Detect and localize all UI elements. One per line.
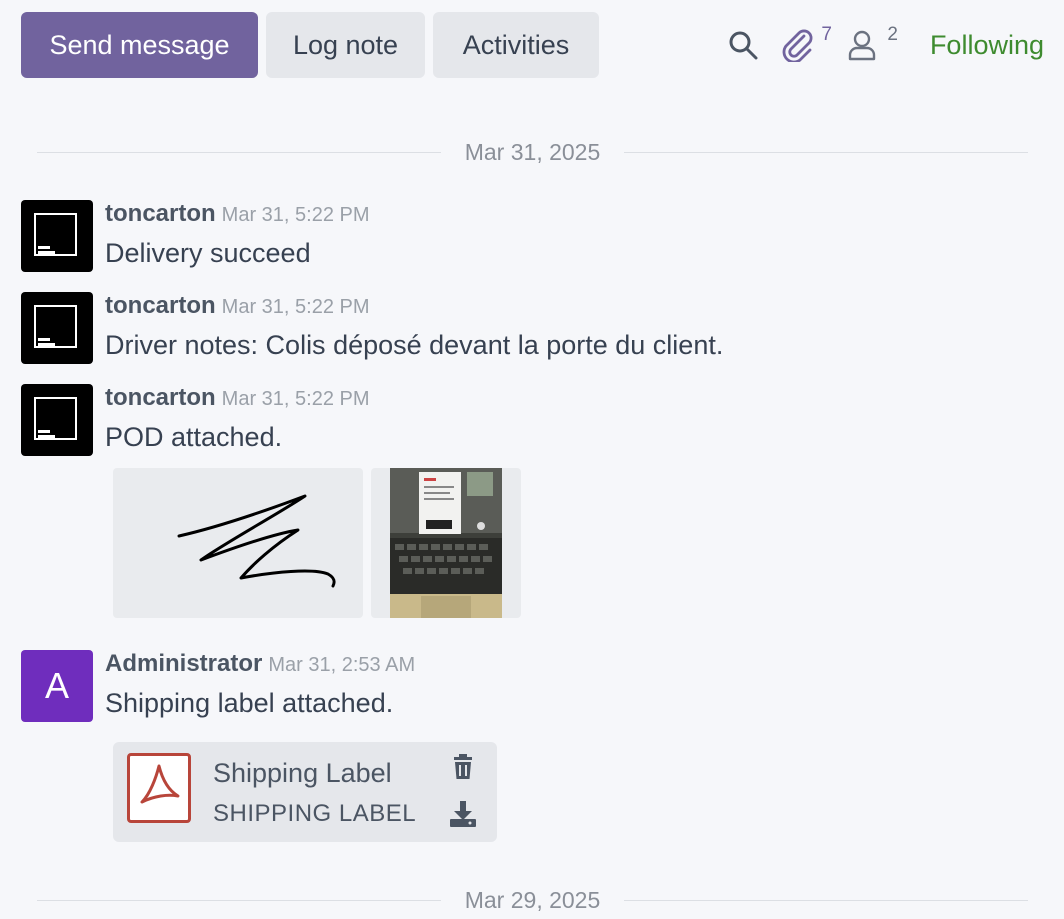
chatter-toolbar: Send message Log note Activities 7 2 Fol… xyxy=(21,12,1044,78)
separator-line xyxy=(624,152,1028,153)
author-name[interactable]: toncarton xyxy=(105,292,216,319)
attachments-count[interactable]: 7 xyxy=(821,24,832,46)
message-author[interactable]: toncarton Mar 31, 5:22 PM xyxy=(105,200,370,228)
followers-count[interactable]: 2 xyxy=(887,24,898,46)
author-name[interactable]: Administrator xyxy=(105,650,262,677)
message: toncarton Mar 31, 5:22 PM Driver notes: C… xyxy=(21,292,1044,364)
pdf-icon xyxy=(127,753,191,823)
author-name[interactable]: toncarton xyxy=(105,200,216,227)
message-body: Driver notes: Colis déposé devant la por… xyxy=(105,330,724,360)
message-timestamp: Mar 31, 2:53 AM xyxy=(268,654,416,676)
avatar-initial: A xyxy=(44,665,69,706)
file-type: SHIPPING LABEL xyxy=(213,800,417,827)
file-attachment-card[interactable]: Shipping Label SHIPPING LABEL xyxy=(113,742,497,842)
message: toncarton Mar 31, 5:22 PM POD attached. xyxy=(21,384,1044,456)
user-icon[interactable] xyxy=(847,29,877,61)
file-name[interactable]: Shipping Label xyxy=(213,758,392,789)
search-icon[interactable] xyxy=(728,30,758,60)
following-button[interactable]: Following xyxy=(930,12,1044,78)
activities-button[interactable]: Activities xyxy=(433,12,599,78)
message-body: POD attached. xyxy=(105,422,283,452)
avatar[interactable] xyxy=(21,200,93,272)
message-author[interactable]: toncarton Mar 31, 5:22 PM xyxy=(105,384,370,412)
author-name[interactable]: toncarton xyxy=(105,384,216,411)
avatar[interactable] xyxy=(21,384,93,456)
log-note-button[interactable]: Log note xyxy=(266,12,425,78)
download-icon[interactable] xyxy=(449,800,477,828)
date-separator: Mar 29, 2025 xyxy=(37,885,1028,915)
signature-drawing xyxy=(177,494,336,588)
message-author[interactable]: Administrator Mar 31, 2:53 AM xyxy=(105,650,415,678)
message: A Administrator Mar 31, 2:53 AM Shipping … xyxy=(21,650,1044,722)
company-logo-icon xyxy=(34,397,77,440)
toolbar-right: 7 2 Following xyxy=(644,12,1044,78)
trash-icon[interactable] xyxy=(449,753,477,781)
message-timestamp: Mar 31, 5:22 PM xyxy=(221,388,370,410)
avatar[interactable] xyxy=(21,292,93,364)
date-separator: Mar 31, 2025 xyxy=(37,137,1028,167)
separator-line xyxy=(624,900,1028,901)
signature-image-attachment[interactable] xyxy=(113,468,363,618)
paperclip-icon[interactable] xyxy=(780,28,814,62)
company-logo-icon xyxy=(34,213,77,256)
avatar[interactable]: A xyxy=(21,650,93,722)
message-body: Delivery succeed xyxy=(105,238,311,268)
message-author[interactable]: toncarton Mar 31, 5:22 PM xyxy=(105,292,370,320)
message-body: Shipping label attached. xyxy=(105,688,394,718)
message-timestamp: Mar 31, 5:22 PM xyxy=(221,204,370,226)
send-message-button[interactable]: Send message xyxy=(21,12,258,78)
pod-photo-attachment[interactable] xyxy=(371,468,521,618)
message-timestamp: Mar 31, 5:22 PM xyxy=(221,296,370,318)
company-logo-icon xyxy=(34,305,77,348)
pod-photo xyxy=(390,468,502,618)
message: toncarton Mar 31, 5:22 PM Delivery succee… xyxy=(21,200,1044,272)
